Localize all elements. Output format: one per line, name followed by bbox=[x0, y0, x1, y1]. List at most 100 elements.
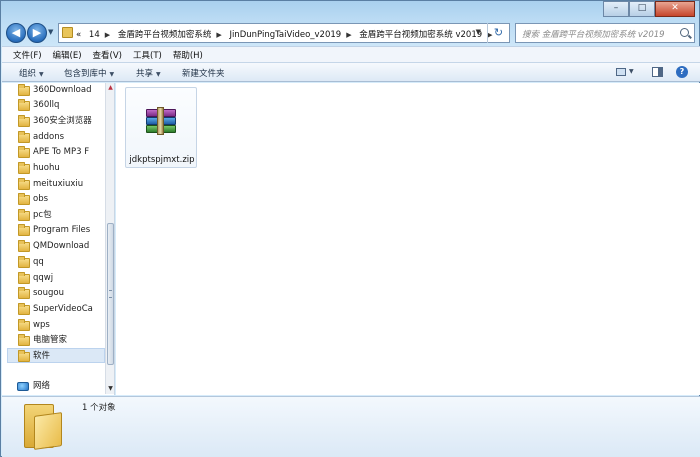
folder-icon bbox=[18, 224, 30, 236]
address-bar[interactable]: « 14 ▶ 金盾跨平台视频加密系统 ▶ JinDunPingTaiVideo_v2… bbox=[58, 23, 510, 43]
sidebar-item[interactable]: qqwj bbox=[16, 271, 105, 286]
sidebar-item[interactable]: 360Download bbox=[16, 83, 105, 98]
menu-view[interactable]: 查看(V) bbox=[88, 47, 128, 62]
folder-icon bbox=[18, 272, 30, 284]
folder-icon bbox=[18, 350, 30, 362]
sidebar-item[interactable]: addons bbox=[16, 130, 105, 145]
chevron-down-icon: ▼ bbox=[39, 71, 44, 78]
file-list: jdkptspjmxt.zip bbox=[116, 83, 700, 395]
sidebar-item[interactable]: wps bbox=[16, 318, 105, 333]
sidebar-item-label: qq bbox=[33, 257, 44, 267]
new-folder-button[interactable]: 新建文件夹 bbox=[182, 67, 225, 79]
sidebar-item-label: sougou bbox=[33, 288, 64, 298]
address-history-dropdown[interactable]: ▼ bbox=[476, 28, 481, 36]
folder-icon bbox=[18, 84, 30, 96]
share-button[interactable]: 共享 ▼ bbox=[136, 67, 161, 79]
folder-icon bbox=[18, 115, 30, 127]
folder-icon bbox=[18, 162, 30, 174]
chevron-down-icon[interactable]: ▼ bbox=[629, 68, 634, 75]
sidebar-item[interactable]: QMDownload bbox=[16, 239, 105, 254]
sidebar-item[interactable]: huohu bbox=[16, 161, 105, 176]
sidebar-item[interactable]: APE To MP3 F bbox=[16, 145, 105, 160]
command-bar: 组织 ▼ 包含到库中 ▼ 共享 ▼ 新建文件夹 ▼ ? bbox=[2, 62, 700, 82]
sidebar-item-label: pc包 bbox=[33, 210, 52, 220]
file-item[interactable]: jdkptspjmxt.zip bbox=[125, 87, 197, 168]
sidebar-item[interactable]: qq bbox=[16, 255, 105, 270]
sidebar-item[interactable]: meituxiuxiu bbox=[16, 177, 105, 192]
chevron-right-icon[interactable]: ▶ bbox=[216, 31, 221, 39]
explorer-window: – □ ✕ ◀ ▶ ▼ « 14 ▶ 金盾跨平台视频加密系统 ▶ JinDunPin… bbox=[0, 0, 700, 457]
folder-icon bbox=[18, 146, 30, 158]
sidebar-item-label: qqwj bbox=[33, 273, 54, 283]
scroll-up-icon[interactable]: ▲ bbox=[106, 83, 114, 93]
sidebar-item[interactable]: obs bbox=[16, 192, 105, 207]
breadcrumb-item[interactable]: JinDunPingTaiVideo_v2019 bbox=[229, 30, 341, 40]
sidebar-item[interactable]: sougou bbox=[16, 286, 105, 301]
sidebar-item[interactable]: Program Files bbox=[16, 223, 105, 238]
folder-icon bbox=[18, 178, 30, 190]
include-in-library-button[interactable]: 包含到库中 ▼ bbox=[64, 67, 114, 79]
sidebar-item-label: 360安全浏览器 bbox=[33, 116, 92, 126]
maximize-button[interactable]: □ bbox=[629, 1, 655, 17]
scrollbar-thumb[interactable] bbox=[107, 223, 114, 365]
winrar-archive-icon bbox=[145, 106, 177, 136]
sidebar-item-label: 电脑管家 bbox=[33, 335, 68, 345]
preview-pane-icon[interactable] bbox=[652, 67, 663, 77]
recent-pages-dropdown[interactable]: ▼ bbox=[48, 28, 53, 36]
sidebar-item[interactable]: 360安全浏览器 bbox=[16, 114, 105, 129]
folder-icon bbox=[18, 209, 30, 221]
navigation-row: ◀ ▶ ▼ « 14 ▶ 金盾跨平台视频加密系统 ▶ JinDunPingTaiVi… bbox=[1, 19, 700, 45]
folder-icon bbox=[24, 404, 64, 450]
folder-icon bbox=[62, 27, 73, 38]
share-label: 共享 bbox=[136, 69, 154, 79]
help-icon[interactable]: ? bbox=[676, 66, 688, 78]
folder-icon bbox=[18, 131, 30, 143]
file-name: jdkptspjmxt.zip bbox=[129, 155, 195, 165]
sidebar-item[interactable]: 电脑管家 bbox=[16, 333, 105, 348]
chevron-down-icon: ▼ bbox=[109, 71, 115, 78]
sidebar-item-selected[interactable]: 软件 bbox=[7, 348, 105, 363]
back-button[interactable]: ◀ bbox=[6, 23, 26, 43]
menu-bar: 文件(F) 编辑(E) 查看(V) 工具(T) 帮助(H) bbox=[2, 46, 700, 62]
search-placeholder: 搜索 金盾跨平台视频加密系统 v2019 bbox=[522, 30, 665, 40]
navigation-pane: 360Download 360llq 360安全浏览器 addons APE T… bbox=[2, 83, 115, 395]
chevron-right-icon[interactable]: ▶ bbox=[346, 31, 351, 39]
sidebar-item[interactable]: pc包 bbox=[16, 208, 105, 223]
scroll-down-icon[interactable]: ▼ bbox=[106, 384, 114, 394]
sidebar-item-label: 360llq bbox=[33, 100, 60, 110]
breadcrumb-overflow[interactable]: « bbox=[76, 30, 81, 40]
sidebar-item[interactable]: SuperVideoCa bbox=[16, 302, 105, 317]
sidebar-item[interactable]: 360llq bbox=[16, 98, 105, 113]
refresh-icon[interactable]: ↻ bbox=[487, 23, 509, 43]
breadcrumb-item[interactable]: 14 bbox=[89, 30, 100, 40]
sidebar-item-label: QMDownload bbox=[33, 241, 90, 251]
sidebar-item-label: 网络 bbox=[33, 381, 51, 391]
menu-edit[interactable]: 编辑(E) bbox=[48, 47, 88, 62]
breadcrumb-item[interactable]: 金盾跨平台视频加密系统 bbox=[118, 30, 212, 40]
sidebar-item-label: addons bbox=[33, 132, 65, 142]
forward-button[interactable]: ▶ bbox=[27, 23, 47, 43]
sidebar-item-label: meituxiuxiu bbox=[33, 179, 84, 189]
sidebar-scrollbar[interactable]: ▲ ▼ bbox=[105, 83, 114, 394]
search-box[interactable]: 搜索 金盾跨平台视频加密系统 v2019 bbox=[515, 23, 695, 43]
view-options-icon[interactable] bbox=[616, 68, 626, 76]
close-button[interactable]: ✕ bbox=[655, 1, 695, 17]
window-controls: – □ ✕ bbox=[603, 1, 695, 17]
sidebar-item-label: Program Files bbox=[33, 225, 91, 235]
sidebar-item-label: obs bbox=[33, 194, 49, 204]
item-count: 1 个对象 bbox=[82, 403, 116, 413]
sidebar-item-network[interactable]: 网络 bbox=[16, 379, 106, 394]
minimize-button[interactable]: – bbox=[603, 1, 629, 17]
chevron-right-icon[interactable]: ▶ bbox=[105, 31, 110, 39]
folder-icon bbox=[18, 99, 30, 111]
chevron-down-icon: ▼ bbox=[156, 71, 161, 78]
menu-tools[interactable]: 工具(T) bbox=[128, 47, 168, 62]
menu-file[interactable]: 文件(F) bbox=[8, 47, 48, 62]
folder-icon bbox=[18, 193, 30, 205]
breadcrumb-item[interactable]: 金盾跨平台视频加密系统 v2019 bbox=[359, 30, 482, 40]
menu-help[interactable]: 帮助(H) bbox=[168, 47, 209, 62]
folder-icon bbox=[18, 319, 30, 331]
search-icon[interactable] bbox=[680, 28, 689, 37]
grip-icon bbox=[109, 290, 112, 298]
organize-button[interactable]: 组织 ▼ bbox=[19, 67, 44, 79]
